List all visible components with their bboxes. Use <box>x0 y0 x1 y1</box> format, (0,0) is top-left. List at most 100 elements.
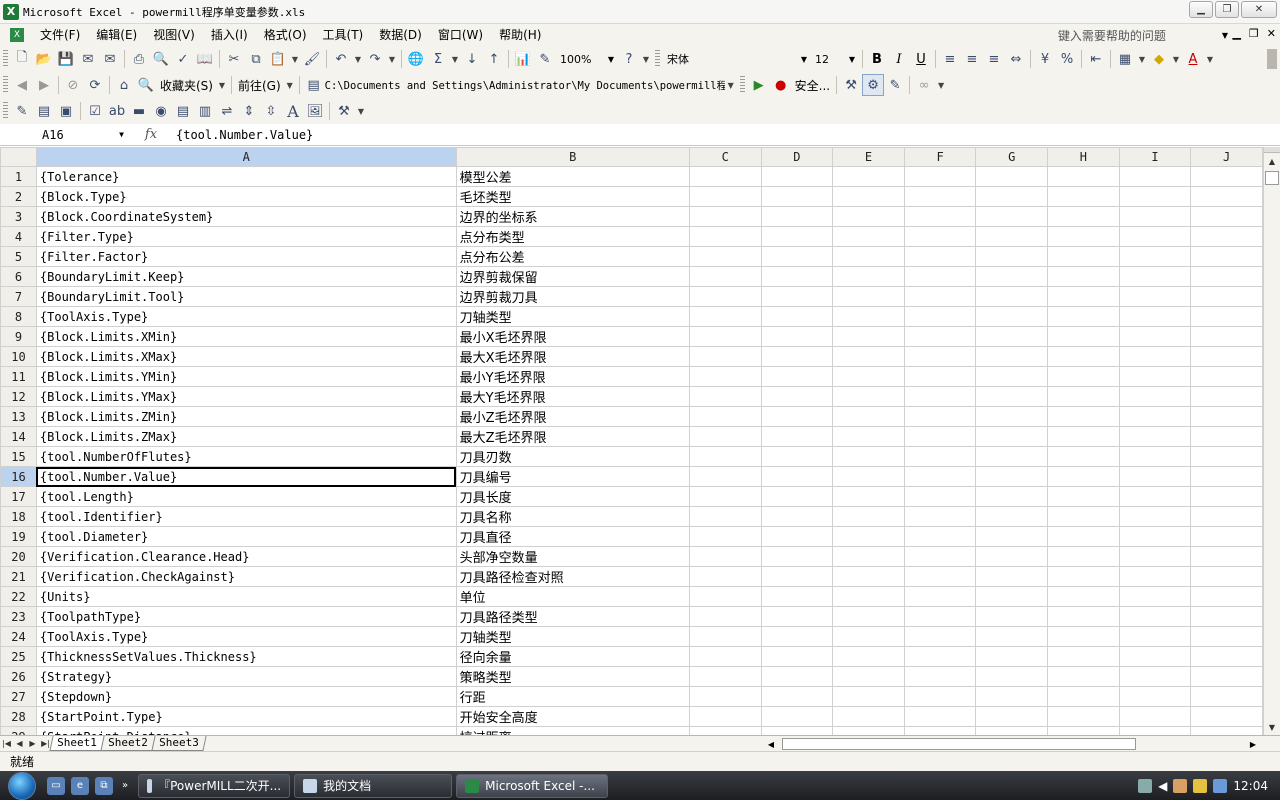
empty-cell[interactable] <box>688 346 762 367</box>
empty-cell[interactable] <box>760 406 834 427</box>
empty-cell[interactable] <box>903 266 977 287</box>
row-header[interactable]: 25 <box>0 646 37 667</box>
empty-cell[interactable] <box>1190 386 1263 407</box>
empty-cell[interactable] <box>1047 306 1120 327</box>
chevron-down-icon[interactable]: ▼ <box>216 74 228 96</box>
previous-sheet-icon[interactable]: ◀ <box>13 739 26 748</box>
empty-cell[interactable] <box>903 586 977 607</box>
column-header-i[interactable]: I <box>1118 147 1192 167</box>
cell-a[interactable]: {Block.Limits.ZMax} <box>35 426 457 447</box>
cell-a[interactable]: {ToolAxis.Type} <box>35 626 457 647</box>
empty-cell[interactable] <box>903 426 977 447</box>
empty-cell[interactable] <box>1118 346 1192 367</box>
decrease-indent-icon[interactable]: ⇤ <box>1085 48 1107 70</box>
active-cell[interactable]: {tool.Number.Value} <box>35 466 457 487</box>
copy-icon[interactable]: ⧉ <box>245 48 267 70</box>
cell-b[interactable]: 刀具刃数 <box>455 446 690 467</box>
open-icon[interactable]: 📂 <box>33 48 55 70</box>
empty-cell[interactable] <box>832 626 905 647</box>
cell-a[interactable]: {tool.Diameter} <box>35 526 457 547</box>
column-header-e[interactable]: E <box>832 147 905 167</box>
cut-icon[interactable]: ✂ <box>223 48 245 70</box>
empty-cell[interactable] <box>832 446 905 467</box>
empty-cell[interactable] <box>1190 326 1263 347</box>
empty-cell[interactable] <box>1190 346 1263 367</box>
cell-b[interactable]: 头部净空数量 <box>455 546 690 567</box>
spelling-icon[interactable]: ✓ <box>172 48 194 70</box>
empty-cell[interactable] <box>975 646 1048 667</box>
empty-cell[interactable] <box>688 646 762 667</box>
empty-cell[interactable] <box>760 446 834 467</box>
empty-cell[interactable] <box>1118 706 1192 727</box>
cell-a[interactable]: {tool.NumberOfFlutes} <box>35 446 457 467</box>
tray-expand-icon[interactable]: ◀ <box>1158 779 1167 793</box>
empty-cell[interactable] <box>1190 706 1263 727</box>
column-header-d[interactable]: D <box>760 147 834 167</box>
row-header[interactable]: 9 <box>0 326 37 347</box>
italic-button[interactable]: I <box>888 48 910 70</box>
empty-cell[interactable] <box>1047 206 1120 227</box>
empty-cell[interactable] <box>688 706 762 727</box>
empty-cell[interactable] <box>832 426 905 447</box>
row-header[interactable]: 20 <box>0 546 37 567</box>
empty-cell[interactable] <box>832 686 905 707</box>
empty-cell[interactable] <box>1118 626 1192 647</box>
cell-b[interactable]: 模型公差 <box>455 166 690 187</box>
empty-cell[interactable] <box>760 546 834 567</box>
stop-icon[interactable]: ⊘ <box>62 74 84 96</box>
row-header[interactable]: 11 <box>0 366 37 387</box>
hyperlink-icon[interactable]: 🌐 <box>405 48 427 70</box>
row-header[interactable]: 24 <box>0 626 37 647</box>
empty-cell[interactable] <box>1047 586 1120 607</box>
command-button-control-icon[interactable]: ▬ <box>128 100 150 122</box>
empty-cell[interactable] <box>975 686 1048 707</box>
toolbar-grip[interactable] <box>3 102 8 120</box>
empty-cell[interactable] <box>903 606 977 627</box>
chart-wizard-icon[interactable]: 📊 <box>512 48 534 70</box>
empty-cell[interactable] <box>975 446 1048 467</box>
empty-cell[interactable] <box>1047 666 1120 687</box>
empty-cell[interactable] <box>1047 246 1120 267</box>
empty-cell[interactable] <box>832 246 905 267</box>
cell-a[interactable]: {BoundaryLimit.Tool} <box>35 286 457 307</box>
empty-cell[interactable] <box>903 166 977 187</box>
favorites-menu[interactable]: 收藏夹(S) <box>157 77 216 94</box>
align-center-icon[interactable]: ≡ <box>961 48 983 70</box>
empty-cell[interactable] <box>975 606 1048 627</box>
goto-menu[interactable]: 前往(G) <box>235 77 284 94</box>
empty-cell[interactable] <box>903 726 977 735</box>
empty-cell[interactable] <box>1118 546 1192 567</box>
empty-cell[interactable] <box>903 686 977 707</box>
cell-a[interactable]: {Verification.CheckAgainst} <box>35 566 457 587</box>
menu-edit[interactable]: 编辑(E) <box>88 24 145 46</box>
toolbar-grip[interactable] <box>3 50 8 68</box>
empty-cell[interactable] <box>760 246 834 267</box>
first-sheet-icon[interactable]: |◀ <box>0 739 13 748</box>
cell-b[interactable]: 点分布公差 <box>455 246 690 267</box>
empty-cell[interactable] <box>832 706 905 727</box>
chevron-down-icon[interactable]: ▼ <box>284 74 296 96</box>
empty-cell[interactable] <box>760 526 834 547</box>
record-macro-icon[interactable]: ● <box>770 74 792 96</box>
empty-cell[interactable] <box>760 466 834 487</box>
empty-cell[interactable] <box>1118 466 1192 487</box>
column-header-h[interactable]: H <box>1047 147 1120 167</box>
empty-cell[interactable] <box>760 226 834 247</box>
empty-cell[interactable] <box>975 386 1048 407</box>
empty-cell[interactable] <box>975 406 1048 427</box>
minimize-workbook-icon[interactable]: ▁ <box>1232 27 1240 40</box>
cell-b[interactable]: 策略类型 <box>455 666 690 687</box>
empty-cell[interactable] <box>903 566 977 587</box>
column-header-g[interactable]: G <box>975 147 1048 167</box>
design-mode-icon[interactable]: ✎ <box>11 100 33 122</box>
empty-cell[interactable] <box>832 166 905 187</box>
empty-cell[interactable] <box>1190 246 1263 267</box>
empty-cell[interactable] <box>832 646 905 667</box>
empty-cell[interactable] <box>975 186 1048 207</box>
cell-b[interactable]: 刀轴类型 <box>455 626 690 647</box>
cell-b[interactable]: 点分布类型 <box>455 226 690 247</box>
empty-cell[interactable] <box>1047 726 1120 735</box>
scroll-left-icon[interactable]: ◀ <box>764 737 778 751</box>
empty-cell[interactable] <box>1190 286 1263 307</box>
empty-cell[interactable] <box>1190 206 1263 227</box>
